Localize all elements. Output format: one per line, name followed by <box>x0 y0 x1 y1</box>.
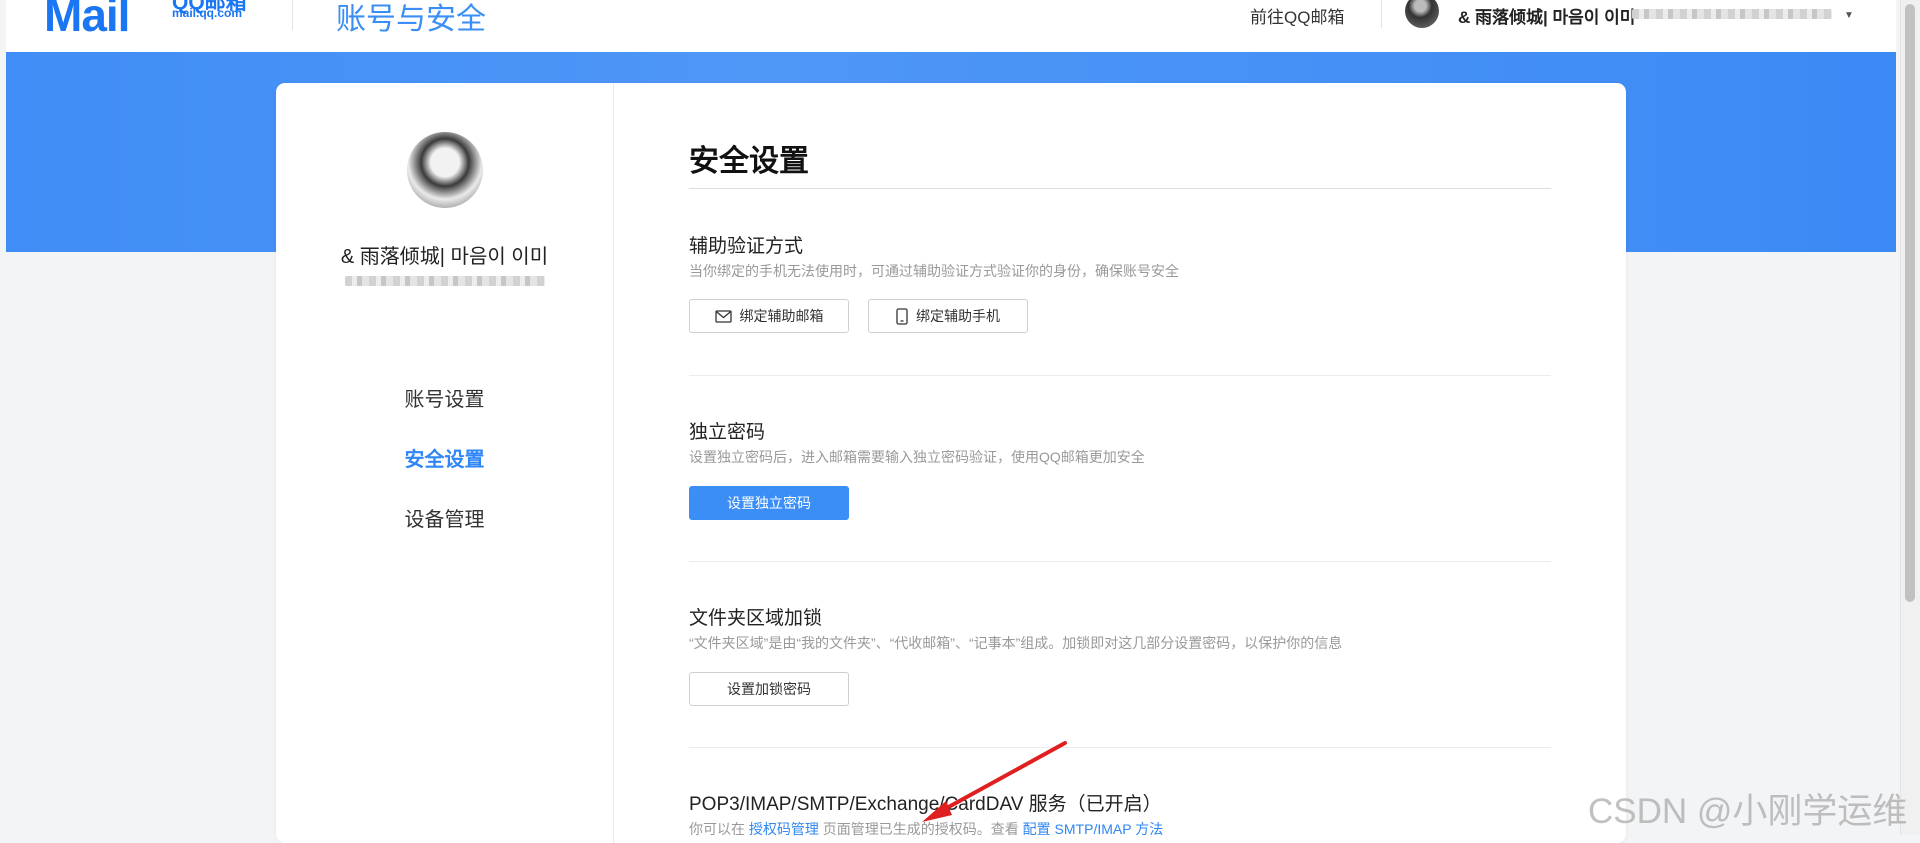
section-title-aux-verification: 辅助验证方式 <box>689 236 804 257</box>
sidebar: & 雨落倾城| 마음이 이미 账号设置 安全设置 设备管理 <box>276 83 614 843</box>
set-independent-password-button[interactable]: 设置独立密码 <box>689 486 849 520</box>
section-title-independent-password: 独立密码 <box>689 422 766 443</box>
sidebar-item-device-management[interactable]: 设备管理 <box>276 503 613 532</box>
header-divider <box>1381 0 1382 28</box>
section-desc-folder-lock: “文件夹区域”是由“我的文件夹”、“代收邮箱”、“记事本”组成。加锁即对这几部分… <box>689 635 1343 651</box>
email-blur <box>345 276 545 286</box>
section-divider <box>689 561 1551 562</box>
logo-domain-text: mail.qq.com <box>172 6 243 20</box>
set-lock-password-button[interactable]: 设置加锁密码 <box>689 672 849 706</box>
header-page-title: 账号与安全 <box>336 3 486 36</box>
section-divider <box>689 375 1551 376</box>
bind-aux-phone-button[interactable]: 绑定辅助手机 <box>868 299 1028 333</box>
section-divider <box>689 747 1551 748</box>
settings-card: & 雨落倾城| 마음이 이미 账号设置 安全设置 设备管理 安全设置 辅助验证方… <box>276 83 1626 843</box>
sidebar-item-account-settings[interactable]: 账号设置 <box>276 383 613 412</box>
header-email-redacted <box>1632 9 1832 19</box>
section-desc-aux-verification: 当你绑定的手机无法使用时，可通过辅助验证方式验证你的身份，确保账号安全 <box>689 263 1179 279</box>
header-avatar[interactable] <box>1405 0 1439 28</box>
scrollbar-thumb[interactable] <box>1905 4 1915 602</box>
top-bar: Mail QQ邮箱 mail.qq.com 账号与安全 前往QQ邮箱 & 雨落倾… <box>6 0 1896 53</box>
mail-icon <box>714 309 732 323</box>
watermark: CSDN @小刚学运维 <box>1588 792 1908 831</box>
set-independent-password-label: 设置独立密码 <box>727 495 811 511</box>
avatar[interactable] <box>407 132 483 208</box>
title-divider <box>689 188 1551 189</box>
section-title-folder-lock: 文件夹区域加锁 <box>689 608 823 629</box>
goto-qq-mail-link[interactable]: 前往QQ邮箱 <box>1250 3 1344 28</box>
header-divider <box>292 0 293 30</box>
set-lock-password-label: 设置加锁密码 <box>727 681 811 697</box>
sidebar-item-security-settings[interactable]: 安全设置 <box>276 443 613 472</box>
sidebar-username: & 雨落倾城| 마음이 이미 <box>340 246 549 268</box>
section-desc-independent-password: 设置独立密码后，进入邮箱需要输入独立密码验证，使用QQ邮箱更加安全 <box>689 449 1145 465</box>
page-title: 安全设置 <box>689 145 809 178</box>
annotation-arrow-icon <box>922 741 1067 822</box>
bind-aux-email-label: 绑定辅助邮箱 <box>739 308 824 324</box>
bind-aux-phone-label: 绑定辅助手机 <box>916 308 1000 324</box>
header-username[interactable]: & 雨落倾城| 마음이 이미 <box>1458 3 1635 28</box>
chevron-down-icon[interactable]: ▼ <box>1844 10 1854 21</box>
bind-aux-email-button[interactable]: 绑定辅助邮箱 <box>689 299 849 333</box>
phone-icon <box>896 307 908 325</box>
logo-mail-text: Mail <box>44 0 130 41</box>
